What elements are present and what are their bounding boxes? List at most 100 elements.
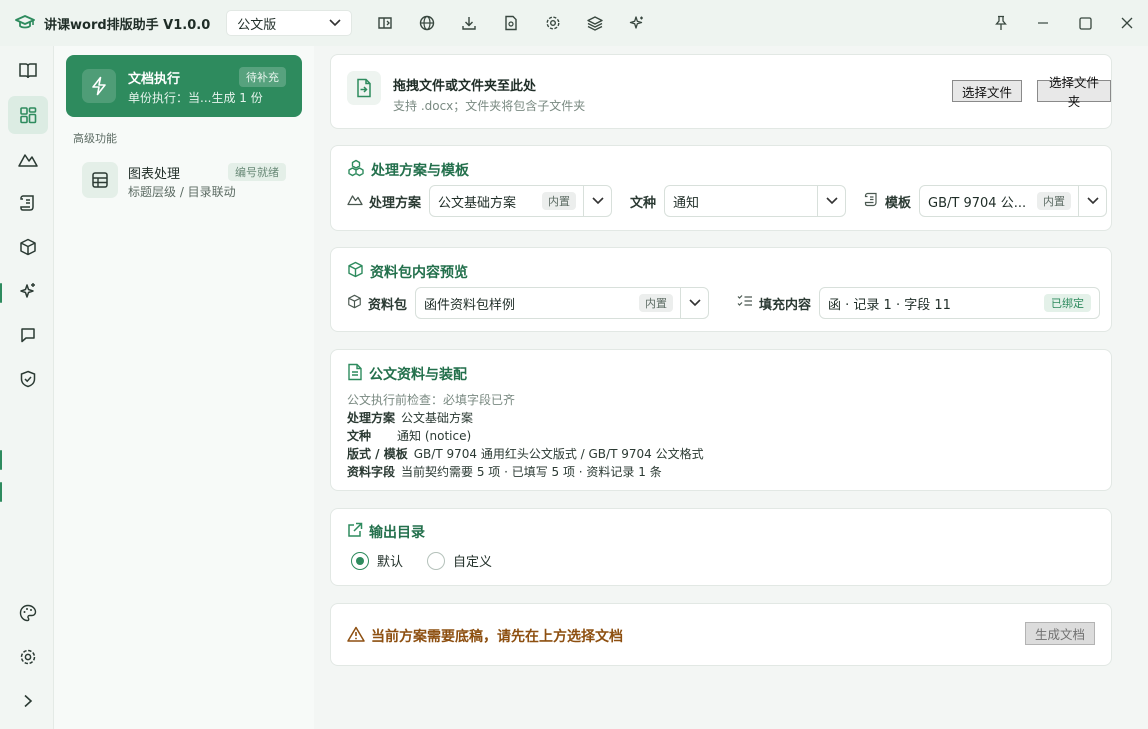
file-import-icon	[347, 71, 381, 105]
external-link-icon	[347, 522, 363, 542]
nav-doc-execute[interactable]: 文档执行 单份执行：当...生成 1 份 待补充	[66, 55, 302, 117]
app-title: 讲课word排版助手 V1.0.0	[44, 17, 211, 33]
grid-icon[interactable]	[8, 96, 48, 134]
template-select[interactable]: GB/T 9704 公... 内置	[919, 185, 1108, 217]
info-scheme: 处理方案 公文基础方案	[347, 409, 473, 426]
pin-icon[interactable]	[980, 9, 1022, 37]
cubes-icon	[347, 159, 365, 181]
chevron-down-icon	[1079, 197, 1106, 205]
book-open-icon[interactable]	[364, 9, 406, 37]
info-value: 当前契约需要 5 项 · 已填写 5 项 · 资料记录 1 条	[401, 465, 662, 479]
warning-icon	[347, 626, 365, 646]
info-value: 公文基础方案	[401, 411, 474, 425]
choose-folder-button[interactable]: 选择文件夹	[1037, 75, 1111, 109]
shield-check-icon[interactable]	[8, 360, 48, 398]
fill-label: 填充内容	[737, 294, 811, 313]
scheme-select[interactable]: 公文基础方案 内置	[429, 185, 613, 217]
doctype-label: 文种	[630, 195, 657, 211]
rail-indicator	[0, 450, 2, 470]
chevron-down-icon	[681, 299, 708, 307]
chat-icon[interactable]	[8, 316, 48, 354]
scroll-icon[interactable]	[8, 184, 48, 222]
palette-icon[interactable]	[8, 594, 48, 632]
doctype-select[interactable]: 通知	[664, 185, 847, 217]
package-select[interactable]: 函件资料包样例 内置	[415, 287, 710, 319]
radio-custom[interactable]	[427, 551, 446, 570]
maximize-icon[interactable]	[1064, 9, 1106, 37]
output-options: 默认 自定义	[351, 551, 492, 570]
icon-rail	[0, 46, 54, 729]
nav-card-subtitle: 单份执行：当...生成 1 份	[128, 91, 263, 105]
drop-zone[interactable]: 拖拽文件或文件夹至此处 支持 .docx；文件夹将包含子文件夹 选择文件 选择文…	[330, 54, 1112, 129]
layers-icon[interactable]	[574, 9, 616, 37]
info-fields: 资料字段 当前契约需要 5 项 · 已填写 5 项 · 资料记录 1 条	[347, 463, 662, 480]
package-label: 资料包	[347, 294, 407, 313]
info-doctype: 文种 通知 (notice)	[347, 427, 471, 444]
radio-custom-label: 自定义	[453, 555, 493, 570]
package-title: 资料包内容预览	[347, 261, 468, 282]
choose-file-button[interactable]: 选择文件	[952, 80, 1023, 102]
builtin-tag: 内置	[542, 192, 577, 210]
mountain-icon[interactable]	[8, 140, 48, 178]
info-key: 资料字段	[347, 465, 396, 479]
nav-chart-process[interactable]: 图表处理 标题层级 / 目录联动 编号就绪	[66, 154, 302, 204]
scheme-row: 处理方案 公文基础方案 内置 文种 通知 模板 GB/T 9704 公... 内…	[347, 185, 1108, 217]
info-key: 处理方案	[347, 411, 396, 425]
gear-icon[interactable]	[8, 638, 48, 676]
status-badge: 编号就绪	[228, 163, 286, 181]
globe-icon[interactable]	[406, 9, 448, 37]
box-icon	[347, 261, 364, 282]
precheck-text: 公文执行前检查：必填字段已齐	[347, 393, 516, 407]
edition-select[interactable]: 公文版	[226, 10, 353, 36]
assembly-card: 公文资料与装配 公文执行前检查：必填字段已齐 处理方案 公文基础方案 文种 通知 (…	[330, 349, 1112, 491]
minimize-icon[interactable]	[1022, 9, 1064, 37]
package-row: 资料包 函件资料包样例 内置 填充内容 函 · 记录 1 · 字段 11 已绑定	[347, 287, 1101, 319]
fill-label-text: 填充内容	[759, 297, 812, 313]
action-card: 当前方案需要底稿，请先在上方选择文档 生成文档	[330, 603, 1112, 666]
nav-section-label: 高级功能	[73, 132, 117, 145]
download-icon[interactable]	[448, 9, 490, 37]
gear-icon[interactable]	[532, 9, 574, 37]
main-panel: 拖拽文件或文件夹至此处 支持 .docx；文件夹将包含子文件夹 选择文件 选择文…	[314, 46, 1148, 729]
book-open-icon[interactable]	[8, 52, 48, 90]
builtin-tag: 内置	[1037, 192, 1072, 210]
table-icon	[82, 162, 118, 198]
box-icon	[347, 294, 362, 313]
template-label-text: 模板	[885, 195, 912, 211]
info-value: 通知 (notice)	[397, 429, 472, 443]
package-value: 函件资料包样例	[424, 297, 516, 313]
box-icon[interactable]	[8, 228, 48, 266]
warning-message: 当前方案需要底稿，请先在上方选择文档	[347, 626, 623, 646]
fill-value: 函 · 记录 1 · 字段 11	[828, 297, 951, 313]
checklist-icon	[737, 294, 753, 312]
output-title-text: 输出目录	[369, 525, 425, 541]
nav-card-title: 文档执行	[128, 72, 181, 87]
close-icon[interactable]	[1106, 9, 1148, 37]
generate-button[interactable]: 生成文档	[1024, 622, 1095, 645]
sparkles-icon[interactable]	[616, 9, 658, 37]
file-search-icon[interactable]	[490, 9, 532, 37]
nav-item-title: 图表处理	[128, 167, 181, 182]
warning-text: 当前方案需要底稿，请先在上方选择文档	[371, 629, 623, 645]
output-title: 输出目录	[347, 522, 425, 542]
scheme-title-text: 处理方案与模板	[371, 163, 469, 179]
scheme-label: 处理方案	[347, 192, 421, 211]
nav-item-subtitle: 标题层级 / 目录联动	[128, 185, 236, 199]
assembly-title: 公文资料与装配	[347, 363, 467, 385]
chevron-down-icon	[329, 16, 341, 31]
fill-content-field[interactable]: 函 · 记录 1 · 字段 11 已绑定	[819, 287, 1101, 319]
drop-hint: 支持 .docx；文件夹将包含子文件夹	[393, 99, 586, 113]
doctype-value: 通知	[673, 195, 700, 211]
chevron-right-icon[interactable]	[8, 682, 48, 720]
sparkles-icon[interactable]	[8, 272, 48, 310]
document-icon	[347, 363, 363, 385]
chevron-down-icon	[584, 197, 611, 205]
toolbar	[364, 9, 658, 37]
drop-title: 拖拽文件或文件夹至此处	[393, 79, 537, 94]
package-card: 资料包内容预览 资料包 函件资料包样例 内置 填充内容 函 · 记录 1 · 字…	[330, 247, 1112, 332]
template-value: GB/T 9704 公...	[928, 195, 1027, 211]
radio-default-label: 默认	[377, 555, 404, 570]
radio-default[interactable]	[351, 551, 369, 570]
scheme-value: 公文基础方案	[438, 195, 517, 211]
info-template: 版式 / 模板 GB/T 9704 通用红头公文版式 / GB/T 9704 公文…	[347, 445, 704, 462]
